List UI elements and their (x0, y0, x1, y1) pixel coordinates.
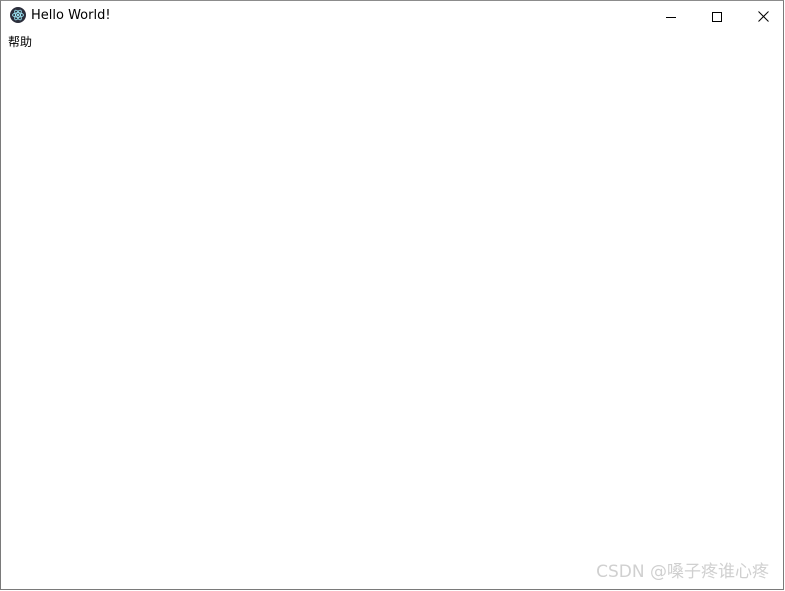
menu-item-help[interactable]: 帮助 (8, 34, 32, 50)
app-window: Hello World! 帮助 CSDN @嗓子疼谁心疼 (0, 0, 784, 590)
minimize-icon (666, 7, 676, 26)
maximize-button[interactable] (694, 1, 740, 31)
electron-atom-icon (10, 7, 26, 23)
watermark: CSDN @嗓子疼谁心疼 (596, 562, 769, 582)
minimize-button[interactable] (648, 1, 694, 31)
content-area (1, 51, 783, 589)
maximize-icon (712, 7, 722, 26)
title-bar[interactable]: Hello World! (1, 1, 783, 31)
close-button[interactable] (740, 1, 783, 31)
menu-bar: 帮助 (1, 31, 783, 51)
window-title: Hello World! (31, 8, 111, 23)
close-icon (757, 7, 769, 26)
